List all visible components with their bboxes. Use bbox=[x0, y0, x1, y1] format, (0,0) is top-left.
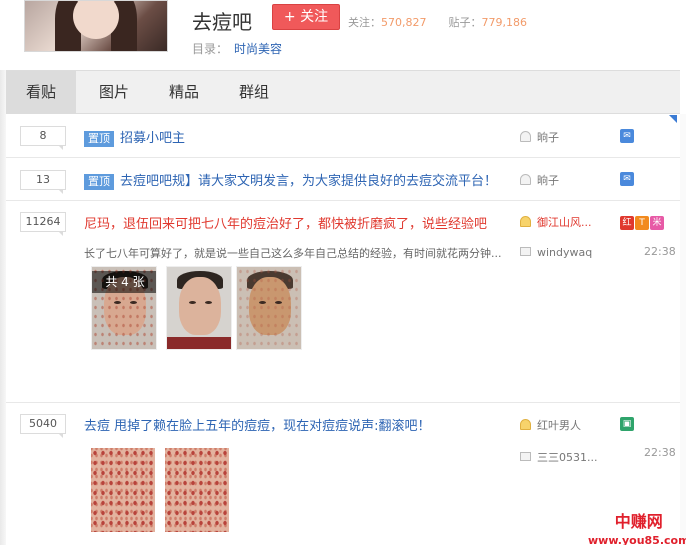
image-eye bbox=[189, 301, 196, 304]
mail-icon: ✉ bbox=[620, 172, 634, 186]
divider bbox=[6, 402, 680, 403]
thread-title-text[interactable]: 去痘 甩掉了赖在脸上五年的痘痘，现在对痘痘说声:翻滚吧！ bbox=[84, 415, 431, 434]
scrollbar[interactable] bbox=[680, 114, 686, 545]
user-icon bbox=[520, 174, 531, 185]
badge-red-icon: 红 bbox=[620, 216, 634, 230]
watermark: 中赚网 www.you85.com bbox=[588, 508, 686, 545]
forum-header: 去痘吧 + 关注 关注：570,827 贴子：779,186 目录： 时尚美容 bbox=[0, 0, 686, 70]
author-name[interactable]: 晌子 bbox=[537, 174, 559, 187]
thread-author[interactable]: 晌子 bbox=[520, 172, 559, 188]
jade-icon: ▣ bbox=[620, 417, 634, 431]
last-reply-time: 22:38 bbox=[644, 446, 676, 459]
bar-title[interactable]: 去痘吧 bbox=[192, 6, 252, 35]
followers-count: 570,827 bbox=[381, 16, 427, 29]
divider bbox=[6, 200, 680, 201]
thread-image[interactable]: 共 4 张 bbox=[91, 266, 157, 350]
thread-image[interactable] bbox=[166, 266, 232, 350]
posts-count: 779,186 bbox=[481, 16, 528, 29]
badge-rice-icon: 米 bbox=[650, 216, 664, 230]
last-reply-name[interactable]: windywaq bbox=[537, 246, 592, 259]
image-spots bbox=[91, 448, 155, 532]
user-badges: 红T米 bbox=[620, 214, 665, 230]
last-reply-user[interactable]: 三三0531... bbox=[520, 449, 597, 465]
reply-icon bbox=[520, 247, 531, 256]
thread-title-text[interactable]: 招募小吧主 bbox=[120, 131, 185, 146]
last-reply-name[interactable]: 三三0531... bbox=[537, 451, 597, 464]
reply-count: 13 bbox=[20, 170, 66, 194]
thread-title[interactable]: 置顶 去痘吧吧规】请大家文明发言，为大家提供良好的去痘交流平台！ bbox=[84, 170, 497, 190]
pinned-tag: 置顶 bbox=[84, 174, 114, 190]
user-icon bbox=[520, 216, 531, 227]
image-eye bbox=[205, 301, 212, 304]
watermark-name: 中赚网 bbox=[614, 512, 663, 531]
posts-label: 贴子： bbox=[448, 16, 482, 29]
author-name[interactable]: 红叶男人 bbox=[537, 419, 581, 432]
bar-avatar[interactable] bbox=[24, 0, 168, 52]
directory: 目录： 时尚美容 bbox=[192, 40, 282, 57]
thread-author[interactable]: 御江山风... bbox=[520, 214, 592, 230]
tab-images[interactable]: 图片 bbox=[82, 71, 146, 114]
last-reply-user[interactable]: windywaq bbox=[520, 246, 592, 259]
follow-button[interactable]: + 关注 bbox=[272, 4, 340, 30]
followers-label: 关注： bbox=[348, 16, 381, 29]
thread-title-text[interactable]: 去痘吧吧规】请大家文明发言，为大家提供良好的去痘交流平台！ bbox=[120, 174, 497, 189]
divider bbox=[6, 157, 680, 158]
directory-link[interactable]: 时尚美容 bbox=[234, 42, 282, 56]
pinned-tag: 置顶 bbox=[84, 131, 114, 147]
author-name[interactable]: 御江山风... bbox=[537, 216, 592, 229]
image-face bbox=[179, 277, 221, 335]
mail-icon: ✉ bbox=[620, 129, 634, 143]
bar-stats: 关注：570,827 贴子：779,186 bbox=[348, 14, 527, 30]
user-icon bbox=[520, 419, 531, 430]
thread-author[interactable]: 晌子 bbox=[520, 129, 559, 145]
user-icon bbox=[520, 131, 531, 142]
watermark-url: www.you85.com bbox=[588, 534, 686, 545]
last-reply-time: 22:38 bbox=[644, 245, 676, 258]
tab-featured[interactable]: 精品 bbox=[152, 71, 216, 114]
reply-count: 5040 bbox=[20, 414, 66, 438]
thread-excerpt: 长了七八年可算好了，就是说一些自己这么多年自己总结的经验，有时间就花两分钟... bbox=[84, 247, 502, 260]
tab-bar: 看贴 图片 精品 群组 bbox=[6, 70, 680, 114]
image-spots bbox=[165, 448, 229, 532]
image-spots bbox=[237, 267, 301, 349]
reply-icon bbox=[520, 452, 531, 461]
corner-marker-icon bbox=[669, 115, 677, 123]
thread-title-text[interactable]: 尼玛，退伍回来可把七八年的痘治好了，都快被折磨疯了，说些经验吧 bbox=[84, 213, 487, 232]
directory-label: 目录： bbox=[192, 42, 229, 56]
image-count-label: 共 4 张 bbox=[92, 271, 156, 293]
author-name[interactable]: 晌子 bbox=[537, 131, 559, 144]
reply-count: 11264 bbox=[20, 212, 66, 236]
image-shirt bbox=[167, 337, 231, 349]
reply-count: 8 bbox=[20, 126, 66, 150]
tab-groups[interactable]: 群组 bbox=[222, 71, 286, 114]
thread-image[interactable] bbox=[91, 448, 155, 532]
badge-t-icon: T bbox=[635, 216, 649, 230]
thread-title[interactable]: 置顶 招募小吧主 bbox=[84, 127, 185, 147]
thread-author[interactable]: 红叶男人 bbox=[520, 417, 581, 433]
tab-posts[interactable]: 看贴 bbox=[6, 71, 76, 114]
thread-image[interactable] bbox=[236, 266, 302, 350]
thread-image[interactable] bbox=[165, 448, 229, 532]
